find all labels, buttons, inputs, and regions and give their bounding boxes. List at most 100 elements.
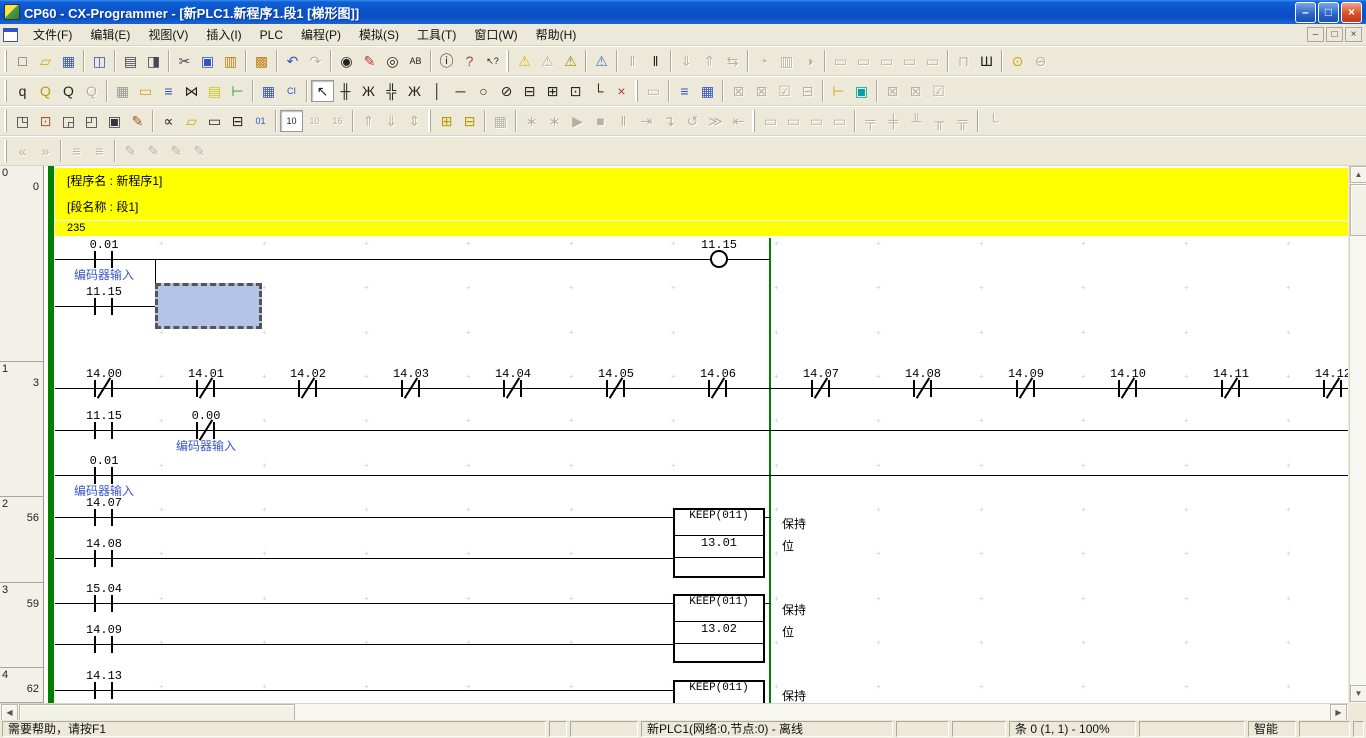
horizontal-line-button[interactable]: ─ [449, 80, 472, 102]
change-model-button[interactable]: ▩ [250, 50, 273, 72]
context-help-button[interactable]: ↖? [481, 50, 504, 72]
new-coil-button[interactable]: ○ [472, 80, 495, 102]
find-replace-button[interactable]: ◎ [381, 50, 404, 72]
menu-item-1[interactable]: 文件(F) [24, 25, 81, 45]
insert-section-button[interactable]: ≡ [673, 80, 696, 102]
print-button[interactable]: ▤ [119, 50, 142, 72]
help-button[interactable]: ? [458, 50, 481, 72]
contact-nc-14.12[interactable] [1323, 380, 1343, 397]
decimal-button[interactable]: 10 [280, 110, 303, 132]
show-rung-wrap-button[interactable]: ▤ [203, 80, 226, 102]
contact-no-14.09[interactable] [94, 636, 114, 653]
contact-no-14.07[interactable] [94, 509, 114, 526]
new-closed-coil-button[interactable]: ⊘ [495, 80, 518, 102]
contact-nc-14.02[interactable] [298, 380, 318, 397]
menu-item-6[interactable]: 编程(P) [292, 25, 350, 45]
rung-margin-3[interactable]: 359 [0, 583, 44, 668]
window-ladder-button[interactable]: ▭ [203, 110, 226, 132]
contact-nc-14.11[interactable] [1221, 380, 1241, 397]
show-tree-button[interactable]: ⊢ [226, 80, 249, 102]
delete-button[interactable]: × [610, 80, 633, 102]
contact-no-11.15[interactable] [94, 422, 114, 439]
scroll-up-button[interactable]: ▲ [1350, 166, 1366, 183]
vertical-line-button[interactable]: │ [426, 80, 449, 102]
rung-margin-2[interactable]: 256 [0, 497, 44, 583]
keep-block-partial-2[interactable]: KEEP(011) [673, 680, 765, 703]
coil-11.15[interactable] [710, 250, 728, 268]
contact-nc-14.01[interactable] [196, 380, 216, 397]
horizontal-scroll-thumb[interactable] [19, 704, 295, 721]
change-all-button[interactable]: AB [404, 50, 427, 72]
scroll-down-button[interactable]: ▼ [1350, 685, 1366, 702]
show-rung-list-button[interactable]: ≡ [157, 80, 180, 102]
open-button[interactable]: ▱ [34, 50, 57, 72]
replace-button[interactable]: ✎ [358, 50, 381, 72]
menu-item-4[interactable]: 插入(I) [197, 25, 250, 45]
new-instruction-button[interactable]: ⊟ [518, 80, 541, 102]
differential-monitor-button[interactable]: Ш [975, 50, 998, 72]
save-button[interactable]: ▦ [57, 50, 80, 72]
menu-item-10[interactable]: 帮助(H) [527, 25, 586, 45]
find-button[interactable]: ◉ [335, 50, 358, 72]
scroll-right-button[interactable]: ▶ [1330, 704, 1347, 721]
plc-settings-button[interactable]: ⊞ [435, 110, 458, 132]
contact-nc-14.09[interactable] [1016, 380, 1036, 397]
print-preview-button[interactable]: ◨ [142, 50, 165, 72]
menu-item-7[interactable]: 模拟(S) [350, 25, 408, 45]
menu-item-2[interactable]: 编辑(E) [81, 25, 139, 45]
horizontal-scrollbar[interactable]: ◀ ▶ [0, 703, 1348, 720]
toolbar-grip[interactable] [4, 80, 7, 102]
invert-button[interactable]: └ [587, 80, 610, 102]
memory-card-button[interactable]: ⊟ [458, 110, 481, 132]
watch-window-button[interactable]: CI [280, 80, 303, 102]
show-grid-button[interactable]: ▦ [111, 80, 134, 102]
new-closed-or-contact-button[interactable]: Ж [403, 80, 426, 102]
menu-item-9[interactable]: 窗口(W) [465, 25, 526, 45]
selection-cursor[interactable] [155, 283, 262, 329]
vertical-scrollbar[interactable]: ▲ ▼ [1349, 166, 1366, 703]
zoom-region-button[interactable]: Q [34, 80, 57, 102]
undo-button[interactable]: ↶ [281, 50, 304, 72]
contact-nc-14.05[interactable] [606, 380, 626, 397]
window-cascade-button[interactable]: ◳ [11, 110, 34, 132]
window-build-button[interactable]: ⊡ [34, 110, 57, 132]
cross-reference-button[interactable]: ∝ [157, 110, 180, 132]
rung-margin-0[interactable]: 00 [0, 166, 44, 362]
symbol-table-button[interactable]: ▦ [257, 80, 280, 102]
select-mode-button[interactable]: ↖ [311, 80, 334, 102]
rung-margin-4[interactable]: 462 [0, 668, 44, 703]
contact-nc-14.06[interactable] [708, 380, 728, 397]
monitor-in-rung-button[interactable]: ⋈ [180, 80, 203, 102]
contact-nc-14.04[interactable] [503, 380, 523, 397]
vertical-scroll-thumb[interactable] [1350, 184, 1366, 236]
contact-nc-14.00[interactable] [94, 380, 114, 397]
protect-on-button[interactable]: ⊙ [1006, 50, 1029, 72]
monitor-binary-button[interactable]: 01 [249, 110, 272, 132]
contact-nc-14.08[interactable] [913, 380, 933, 397]
contact-no-15.04[interactable] [94, 595, 114, 612]
symbol-colors-button[interactable]: ⊢ [827, 80, 850, 102]
contact-no-14.13[interactable] [94, 682, 114, 699]
toolbar-grip[interactable] [4, 110, 7, 132]
scroll-left-button[interactable]: ◀ [1, 704, 18, 721]
contact-nc-14.07[interactable] [811, 380, 831, 397]
save-search-button[interactable]: ◫ [88, 50, 111, 72]
keep-block-13.01[interactable]: KEEP(011)13.01 [673, 508, 765, 578]
window-io-table-button[interactable]: ▣ [103, 110, 126, 132]
pause-button[interactable]: ‖ [644, 50, 667, 72]
new-or-contact-button[interactable]: ╬ [380, 80, 403, 102]
menu-item-8[interactable]: 工具(T) [408, 25, 465, 45]
minimize-button[interactable]: – [1295, 2, 1316, 23]
new-closed-contact-button[interactable]: Ж [357, 80, 380, 102]
new-contact-button[interactable]: ╫ [334, 80, 357, 102]
new-function-block-button[interactable]: ⊡ [564, 80, 587, 102]
toolbar-grip[interactable] [4, 50, 7, 72]
local-symbols-button[interactable]: ▱ [180, 110, 203, 132]
restore-button[interactable]: □ [1318, 2, 1339, 23]
new-pid-box-button[interactable]: ⊞ [541, 80, 564, 102]
toolbar-grip[interactable] [4, 140, 7, 162]
zoom-prev-button[interactable]: q [11, 80, 34, 102]
contact-nc-14.10[interactable] [1118, 380, 1138, 397]
mdi-close-button[interactable]: × [1345, 27, 1362, 42]
contact-no-14.08[interactable] [94, 550, 114, 567]
